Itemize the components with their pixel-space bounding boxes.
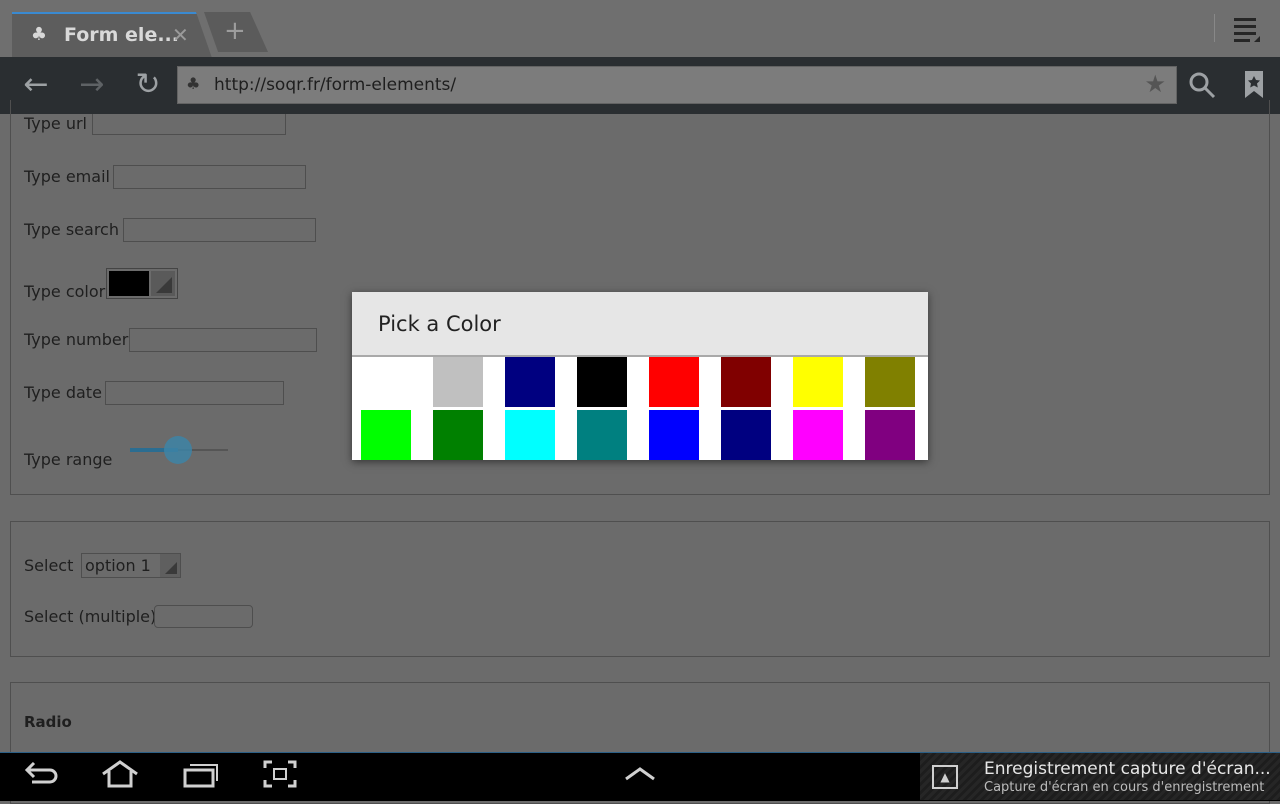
dialog-header: Pick a Color [352,292,928,357]
type-color-label: Type color [24,282,106,301]
color-input[interactable] [106,268,178,299]
dropdown-arrow-icon [160,554,180,577]
image-icon: ▲ [932,765,958,789]
bookmark-icon[interactable] [1234,65,1274,105]
address-bar[interactable]: ♣ http://soqr.fr/form-elements/ ★ [177,66,1177,104]
reload-icon[interactable]: ↻ [128,65,168,105]
fieldset-selects [10,521,1270,657]
color-swatch[interactable] [577,410,627,460]
color-swatch[interactable] [793,410,843,460]
email-input[interactable] [113,165,306,189]
type-search-label: Type search [24,220,119,239]
color-swatch[interactable] [505,357,555,407]
notification-title: Enregistrement capture d'écran... [984,759,1271,779]
type-range-label: Type range [24,450,113,469]
dialog-title: Pick a Color [378,312,501,336]
type-email-label: Type email [24,167,110,186]
type-url-label: Type url [24,114,87,133]
notification-subtitle: Capture d'écran en cours d'enregistremen… [984,780,1265,795]
range-slider-thumb[interactable] [164,436,192,464]
site-favicon-icon: ♣ [30,24,48,45]
star-icon[interactable]: ★ [1144,70,1166,98]
select-multiple[interactable] [154,605,253,628]
color-swatch[interactable] [721,410,771,460]
recent-apps-icon[interactable] [178,759,222,795]
color-swatch[interactable] [721,357,771,407]
tab-title: Form ele... [64,24,179,46]
color-swatch[interactable] [649,357,699,407]
url-text: http://soqr.fr/form-elements/ [214,75,457,95]
color-picker-dialog: Pick a Color [352,292,928,460]
forward-arrow-icon[interactable]: → [72,65,112,105]
date-input[interactable] [105,381,284,405]
color-swatch[interactable] [649,410,699,460]
plus-icon: + [224,16,246,46]
select-label: Select [24,556,74,575]
number-input[interactable] [129,328,317,352]
back-arrow-icon[interactable]: ← [16,65,56,105]
type-date-label: Type date [24,383,102,402]
back-icon[interactable] [20,759,64,795]
color-swatch[interactable] [505,410,555,460]
color-swatch[interactable] [361,357,411,407]
search-icon[interactable] [1182,65,1222,105]
select-value: option 1 [85,556,151,575]
home-icon[interactable] [98,759,142,795]
color-swatch[interactable] [433,410,483,460]
tab-form-elements[interactable]: ♣ Form ele... ✕ [12,12,212,58]
dropdown-arrow-icon [151,271,175,296]
radio-heading: Radio [24,713,72,731]
color-swatch[interactable] [361,410,411,460]
color-swatch[interactable] [865,410,915,460]
color-swatch[interactable] [433,357,483,407]
site-favicon-icon: ♣ [186,74,201,93]
select-multiple-label: Select (multiple) [24,607,157,626]
screenshot-icon[interactable] [258,759,302,795]
select-dropdown[interactable]: option 1 [81,553,181,578]
color-swatch[interactable] [793,357,843,407]
divider [1214,14,1215,42]
chevron-up-icon[interactable] [618,759,662,795]
notification[interactable]: ▲ Enregistrement capture d'écran... Capt… [920,753,1280,800]
color-swatch[interactable] [865,357,915,407]
color-swatch[interactable] [577,357,627,407]
search-input[interactable] [123,218,316,242]
color-value-swatch [109,271,149,296]
type-number-label: Type number [24,330,129,349]
menu-icon[interactable] [1230,14,1264,46]
url-input[interactable] [92,114,286,135]
close-tab-icon[interactable]: ✕ [172,23,189,47]
